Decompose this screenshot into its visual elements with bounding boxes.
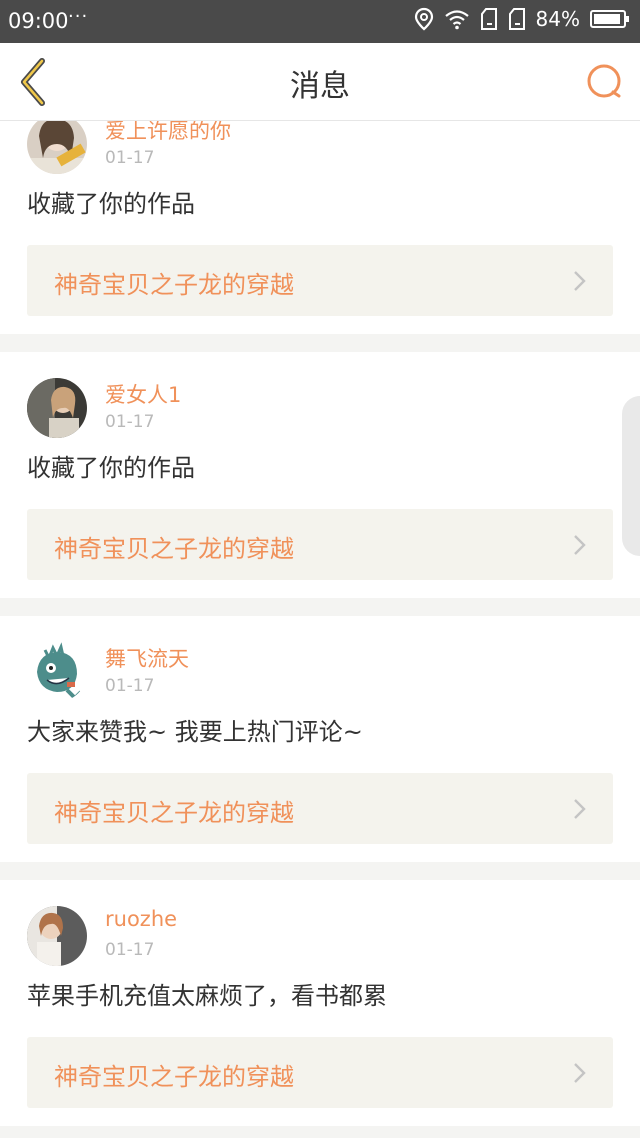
username[interactable]: 爱上许愿的你 xyxy=(105,121,231,145)
message-text: 大家来赞我~ 我要上热门评论~ xyxy=(27,718,363,746)
chevron-right-icon xyxy=(574,799,586,819)
message-text: 收藏了你的作品 xyxy=(27,454,195,482)
page-title: 消息 xyxy=(290,69,350,104)
chevron-right-icon xyxy=(574,271,586,291)
message-text: 苹果手机充值太麻烦了，看书都累 xyxy=(27,982,387,1010)
chevron-right-icon xyxy=(574,535,586,555)
location-icon xyxy=(414,7,433,31)
message-date: 01-17 xyxy=(105,940,155,960)
message-date: 01-17 xyxy=(105,676,155,696)
message-card: 舞飞流天 01-17 大家来赞我~ 我要上热门评论~ 神奇宝贝之子龙的穿越 xyxy=(0,616,640,862)
avatar-photo-icon xyxy=(27,906,87,966)
avatar[interactable] xyxy=(27,906,87,966)
sim-card-1-icon xyxy=(480,8,497,30)
message-card: 爱女人1 01-17 收藏了你的作品 神奇宝贝之子龙的穿越 xyxy=(0,352,640,598)
work-link[interactable]: 神奇宝贝之子龙的穿越 xyxy=(27,245,613,316)
message-card: 爱上许愿的你 01-17 收藏了你的作品 神奇宝贝之子龙的穿越 xyxy=(0,121,640,334)
wifi-icon xyxy=(444,10,469,30)
work-title: 神奇宝贝之子龙的穿越 xyxy=(54,1063,294,1091)
avatar[interactable] xyxy=(27,121,87,174)
avatar[interactable] xyxy=(27,642,87,702)
work-link[interactable]: 神奇宝贝之子龙的穿越 xyxy=(27,509,613,580)
chevron-right-icon xyxy=(574,1063,586,1083)
avatar-photo-icon xyxy=(27,121,87,174)
search-icon[interactable] xyxy=(586,63,624,101)
status-bar: 09:00 ··· 84% xyxy=(0,0,640,43)
message-list[interactable]: 爱上许愿的你 01-17 收藏了你的作品 神奇宝贝之子龙的穿越 爱女人1 01-… xyxy=(0,121,640,1138)
avatar-photo-icon xyxy=(27,378,87,438)
avatar-cartoon-icon xyxy=(27,642,87,702)
message-date: 01-17 xyxy=(105,412,155,432)
avatar[interactable] xyxy=(27,378,87,438)
status-more-dots: ··· xyxy=(68,6,89,27)
username[interactable]: 舞飞流天 xyxy=(105,643,189,673)
username[interactable]: ruozhe xyxy=(105,907,177,931)
sim-card-2-icon xyxy=(508,8,525,30)
message-text: 收藏了你的作品 xyxy=(27,190,195,218)
battery-icon xyxy=(590,10,629,28)
top-nav-bar: 消息 xyxy=(0,43,640,121)
message-card: ruozhe 01-17 苹果手机充值太麻烦了，看书都累 神奇宝贝之子龙的穿越 xyxy=(0,880,640,1126)
work-title: 神奇宝贝之子龙的穿越 xyxy=(54,535,294,563)
status-time: 09:00 xyxy=(8,9,69,33)
message-date: 01-17 xyxy=(105,148,155,168)
status-icons: 84% xyxy=(414,7,630,31)
username[interactable]: 爱女人1 xyxy=(105,379,181,409)
battery-percent: 84% xyxy=(535,7,580,31)
work-link[interactable]: 神奇宝贝之子龙的穿越 xyxy=(27,1037,613,1108)
work-title: 神奇宝贝之子龙的穿越 xyxy=(54,799,294,827)
work-title: 神奇宝贝之子龙的穿越 xyxy=(54,271,294,299)
work-link[interactable]: 神奇宝贝之子龙的穿越 xyxy=(27,773,613,844)
edge-drawer-handle[interactable] xyxy=(622,396,640,556)
